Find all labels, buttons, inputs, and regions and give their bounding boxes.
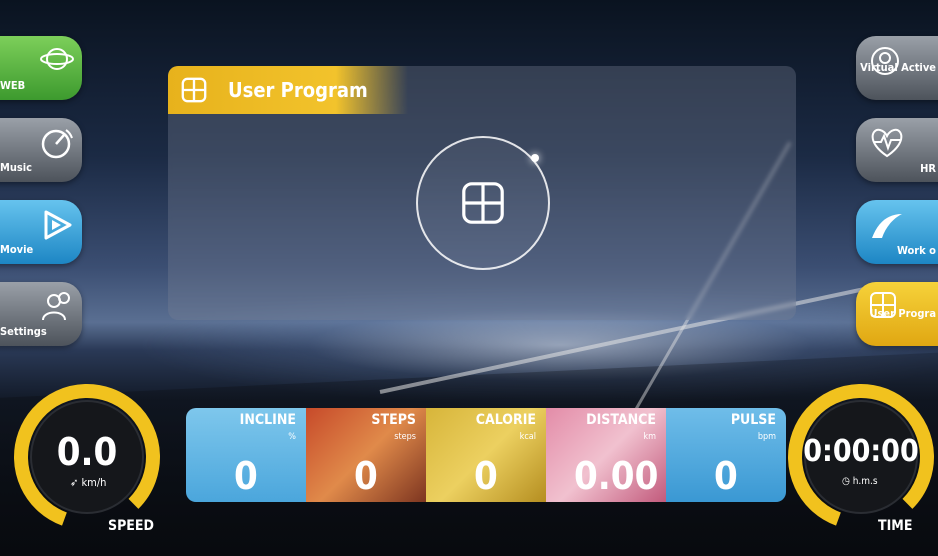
speed-value: 0.0: [56, 430, 118, 474]
settings-label: Settings: [0, 325, 47, 338]
steps-title: STEPS: [371, 412, 416, 428]
steps-unit: steps: [394, 432, 416, 442]
time-unit: h.m.s: [852, 476, 878, 487]
hr-button[interactable]: HR: [856, 118, 938, 182]
calorie-unit: kcal: [519, 432, 536, 442]
user-program-icon: [462, 182, 504, 224]
virtual-active-label: Virtual Active: [860, 61, 936, 74]
movie-button[interactable]: Movie: [0, 200, 82, 264]
virtual-active-button[interactable]: Virtual Active: [856, 36, 938, 100]
distance-title: DISTANCE: [586, 412, 656, 428]
program-panel: User Program: [168, 66, 796, 320]
workout-button[interactable]: Work o: [856, 200, 938, 264]
incline-unit: %: [288, 432, 296, 442]
workout-label: Work o: [896, 244, 936, 257]
speed-gauge[interactable]: 0.0 ➶ km/h SPEED: [12, 382, 162, 534]
runner-icon: ➶: [70, 476, 79, 489]
distance-unit: km: [643, 432, 656, 442]
time-label: TIME: [878, 518, 913, 534]
distance-value: 0.00: [574, 454, 659, 498]
ring-indicator: [531, 154, 539, 162]
pulse-title: PULSE: [730, 412, 776, 428]
user-program-button[interactable]: User Progra: [856, 282, 938, 346]
pulse-tile[interactable]: PULSE bpm 0: [666, 408, 786, 502]
distance-tile[interactable]: DISTANCE km 0.00: [546, 408, 666, 502]
workout-icon: [872, 214, 902, 238]
calorie-tile[interactable]: CALORIE kcal 0: [426, 408, 546, 502]
music-disc-icon: [41, 129, 73, 159]
web-label: WEB: [0, 79, 26, 92]
movie-label: Movie: [0, 243, 34, 256]
settings-button[interactable]: Settings: [0, 282, 82, 346]
web-button[interactable]: WEB: [0, 36, 82, 100]
steps-value: 0: [354, 454, 378, 498]
time-gauge[interactable]: 0:00:00 ◷ h.m.s TIME: [786, 382, 936, 534]
incline-title: INCLINE: [239, 412, 296, 428]
speed-unit: km/h: [81, 476, 107, 489]
incline-tile[interactable]: INCLINE % 0: [186, 408, 306, 502]
film-play-icon: [44, 210, 72, 240]
speed-label: SPEED: [108, 518, 154, 534]
hr-label: HR: [920, 162, 936, 175]
time-value: 0:00:00: [803, 434, 919, 469]
incline-value: 0: [234, 454, 258, 498]
user-program-icon: [181, 77, 207, 103]
steps-tile[interactable]: STEPS steps 0: [306, 408, 426, 502]
time-unit-row: ◷ h.m.s: [842, 476, 878, 487]
calorie-title: CALORIE: [475, 412, 536, 428]
panel-title: User Program: [228, 78, 368, 102]
pulse-unit: bpm: [757, 432, 776, 442]
start-program-button[interactable]: [416, 136, 550, 270]
panel-header: User Program: [168, 66, 408, 114]
calorie-value: 0: [474, 454, 498, 498]
clock-icon: ◷: [842, 476, 850, 487]
music-button[interactable]: Music: [0, 118, 82, 182]
metrics-bar: INCLINE % 0 STEPS steps 0 CALORIE kcal 0…: [186, 408, 786, 502]
user-program-label: User Progra: [869, 307, 936, 320]
globe-icon: [40, 48, 74, 70]
speed-unit-row: ➶ km/h: [70, 476, 106, 489]
user-settings-icon: [42, 292, 70, 321]
heart-rate-icon: [871, 128, 903, 158]
music-label: Music: [0, 161, 33, 174]
pulse-value: 0: [714, 454, 738, 498]
